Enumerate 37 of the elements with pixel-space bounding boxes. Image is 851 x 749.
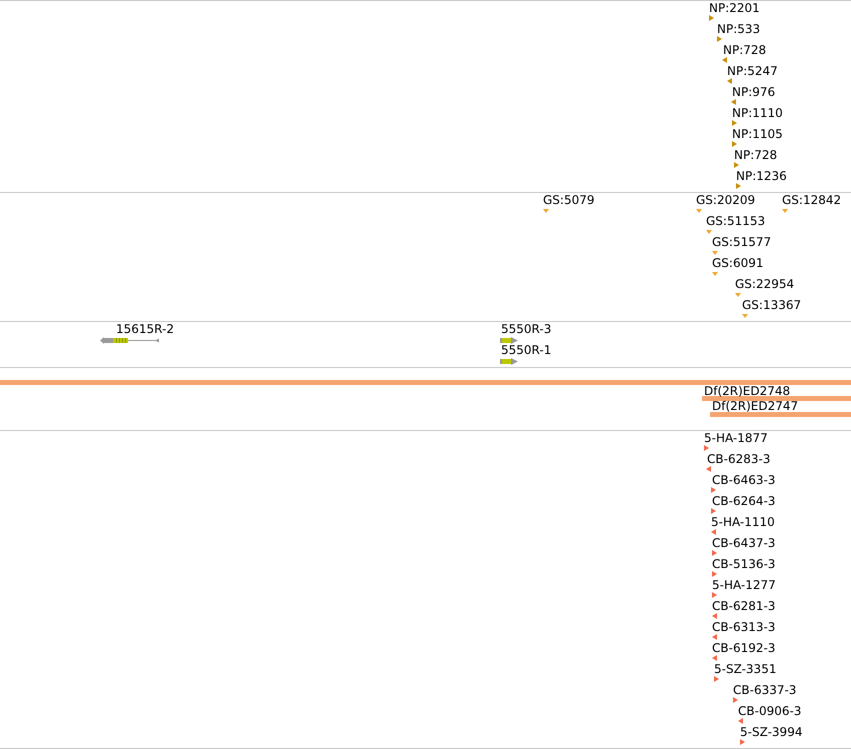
feature-label: GS:20209: [696, 193, 756, 207]
feature-label: 5-HA-1110: [711, 515, 775, 529]
feature-label: 5-HA-1277: [712, 578, 776, 592]
feature-label: Df(2R)ED2747: [712, 401, 798, 411]
feature-label: GS:5079: [543, 193, 594, 207]
feature-label: NP:533: [717, 22, 760, 36]
feature-label: NP:2201: [709, 1, 760, 15]
feature-label: GS:51153: [706, 214, 766, 228]
feature-label: GS:51577: [712, 235, 772, 249]
feature-label: CB-0906-3: [738, 704, 802, 718]
feature-label: 5-SZ-3994: [740, 725, 802, 739]
feature-label: CB-6192-3: [712, 641, 776, 655]
feature-label: GS:6091: [712, 256, 764, 270]
feature-label: NP:976: [732, 85, 776, 99]
feature-label: 5-HA-1877: [704, 431, 768, 445]
feature-label: CB-6437-3: [712, 536, 776, 550]
feature-label: GS:22954: [735, 277, 794, 291]
feature-label: NP:1110: [732, 106, 783, 120]
feature-label: 5550R-1: [501, 343, 552, 357]
feature-label: CB-6264-3: [712, 494, 776, 508]
feature-label: CB-6313-3: [712, 620, 776, 634]
feature-label: 5550R-3: [501, 322, 552, 336]
feature-label: NP:728: [723, 43, 766, 57]
feature-label: GS:12842: [782, 193, 842, 207]
feature-label: CB-6281-3: [712, 599, 776, 613]
feature-label: NP:5247: [727, 64, 778, 78]
feature-label: CB-6337-3: [733, 683, 796, 697]
feature-label: CB-6283-3: [707, 452, 770, 466]
feature-label: GS:13367: [742, 298, 802, 312]
feature-label: NP:1105: [732, 127, 783, 141]
feature-label: NP:1236: [736, 169, 787, 183]
feature-label: 5-SZ-3351: [714, 662, 776, 676]
feature-label: CB-6463-3: [712, 473, 776, 487]
feature-label: CB-5136-3: [712, 557, 776, 571]
feature-label: Df(2R)ED2748: [704, 386, 790, 396]
feature-label: 15615R-2: [116, 322, 174, 336]
feature-label: NP:728: [734, 148, 778, 162]
